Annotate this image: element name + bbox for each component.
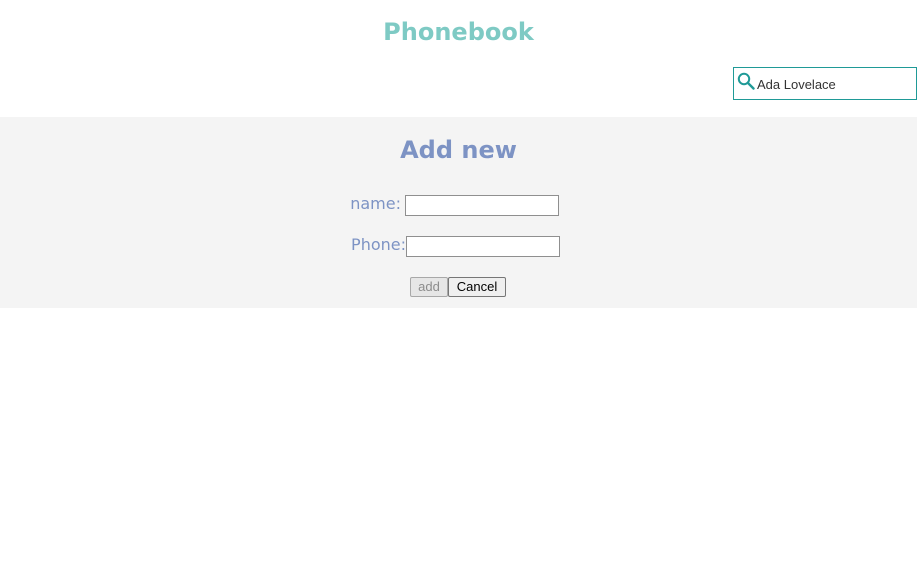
add-button[interactable]: add [410, 277, 448, 297]
add-new-title: Add new [400, 136, 517, 164]
cancel-button[interactable]: Cancel [448, 277, 506, 297]
search-box[interactable] [733, 67, 917, 100]
search-input[interactable] [757, 74, 911, 94]
search-icon [737, 72, 755, 90]
name-label: name: [350, 194, 401, 213]
name-field[interactable] [405, 195, 559, 216]
app-title: Phonebook [383, 18, 534, 46]
add-new-panel: Add new name: Phone: add Cancel [0, 117, 917, 308]
phone-field[interactable] [406, 236, 560, 257]
phone-label: Phone: [351, 235, 406, 254]
